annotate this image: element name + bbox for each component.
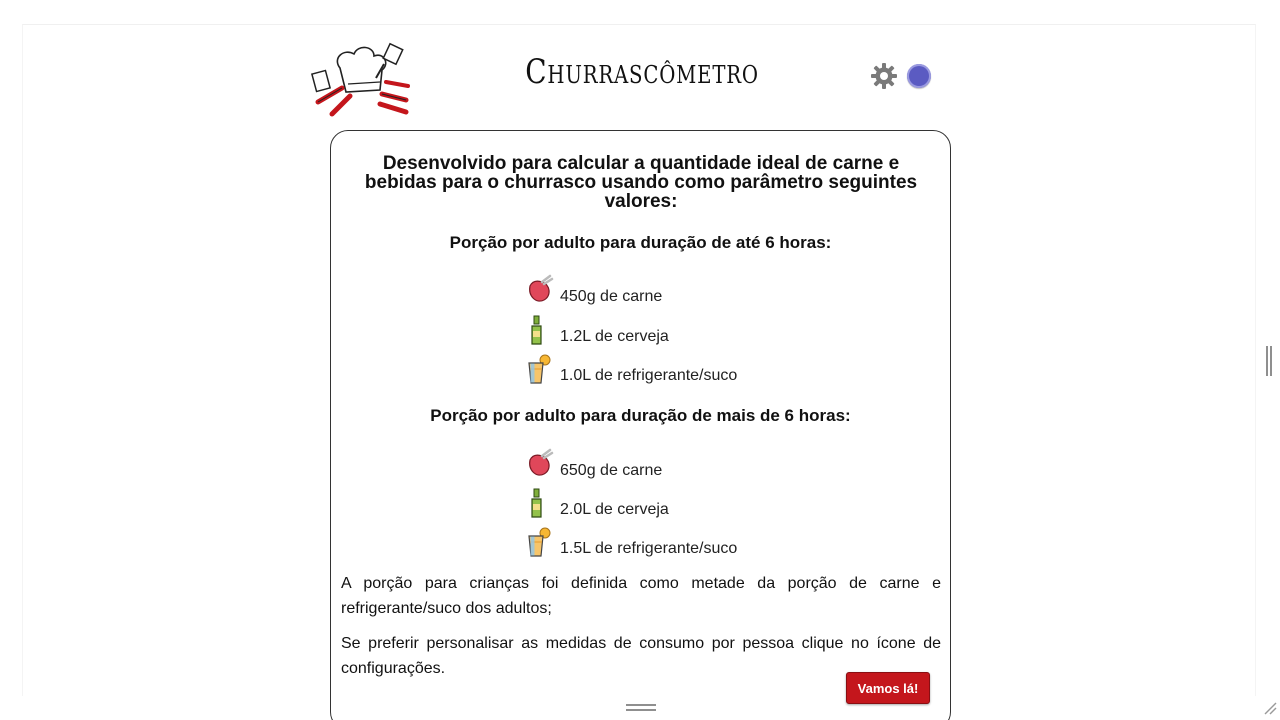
list-item: 1.5L de refrigerante/suco [524,522,737,558]
theme-toggle-button[interactable] [907,64,931,88]
item-text: 1.5L de refrigerante/suco [560,540,738,557]
list-item: 1.2L de cerveja [524,310,669,346]
juice-glass-icon [528,354,551,384]
beer-bottle-icon [531,315,542,345]
section-title-long: Porção por adulto para duração de mais d… [430,406,851,425]
side-resize-handle[interactable] [1266,346,1272,376]
start-button[interactable]: Vamos lá! [846,672,930,704]
gear-icon[interactable] [870,62,898,90]
list-item: 450g de carne [524,270,662,306]
bottom-resize-handle[interactable] [626,704,656,712]
corner-resize-icon[interactable] [1262,700,1278,716]
section-title-short: Porção por adulto para duração de até 6 … [449,233,832,252]
meat-icon [529,274,554,302]
meat-icon [529,448,554,476]
item-text: 1.0L de refrigerante/suco [560,367,738,384]
item-text: 650g de carne [560,462,663,479]
list-item: 650g de carne [524,444,662,480]
list-item: 1.0L de refrigerante/suco [524,349,737,385]
item-text: 450g de carne [560,288,663,305]
bbq-chef-logo [310,42,410,117]
item-text: 2.0L de cerveja [560,501,669,518]
children-note: A porção para crianças foi definida como… [341,575,941,617]
intro-text: Desenvolvido para calcular a quantidade … [364,153,918,212]
juice-glass-icon [528,527,551,557]
item-text: 1.2L de cerveja [560,328,669,345]
beer-bottle-icon [531,488,542,518]
list-item: 2.0L de cerveja [524,483,669,519]
app-title: Churrascômetro [525,52,759,92]
